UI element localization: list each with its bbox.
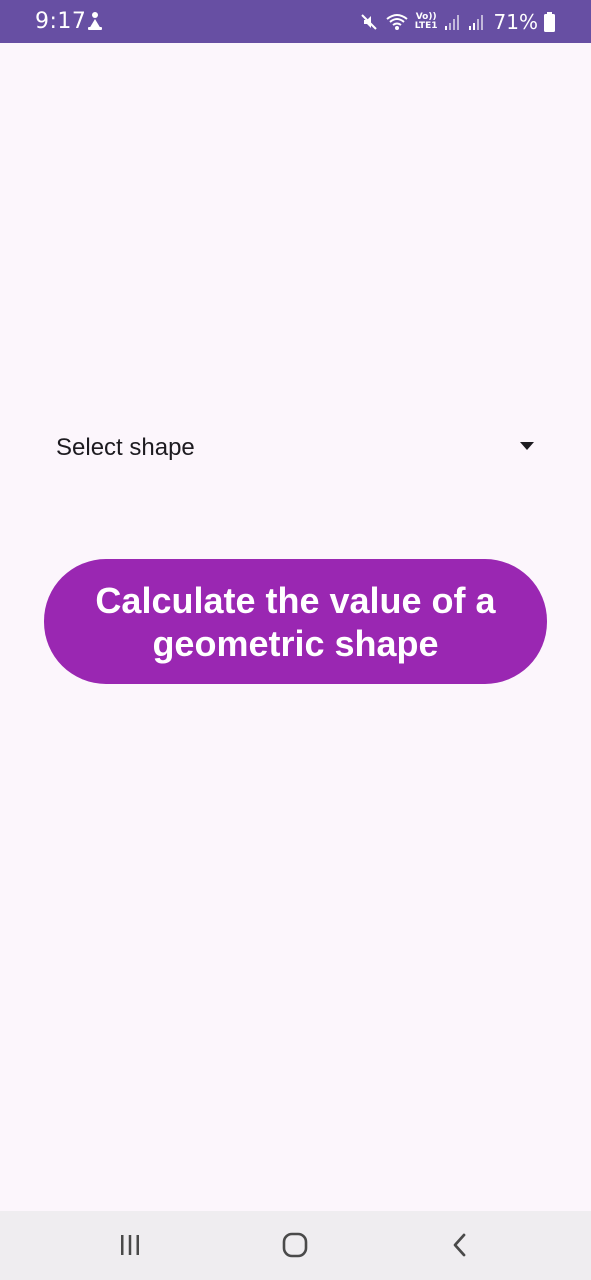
wifi-icon [386,14,408,30]
shape-select-dropdown[interactable]: Select shape [40,420,552,476]
dropdown-label: Select shape [56,434,195,461]
lte-label: LTE1 [414,21,438,31]
recents-icon [121,1235,139,1255]
dropdown-arrow-icon [520,442,534,450]
calculate-button[interactable]: Calculate the value of a geometric shape [44,559,547,684]
calculate-button-label: Calculate the value of a geometric shape [95,579,496,664]
back-icon [453,1233,466,1257]
volte-lte-icon: Vo)) LTE1 [415,13,438,31]
status-bar: 9:17 Vo)) LTE1 71% [0,0,591,43]
battery-percent: 71% [493,10,538,34]
home-button[interactable] [271,1227,319,1263]
battery-icon [544,12,555,32]
navigation-bar [0,1211,591,1280]
mute-icon [361,14,377,30]
home-icon [282,1232,308,1258]
signal-icon-2 [468,15,483,30]
notification-app-icon [88,12,102,30]
status-icons: Vo)) LTE1 71% [359,8,555,36]
signal-icon [444,15,459,30]
recents-button[interactable] [106,1227,154,1263]
back-button[interactable] [436,1227,484,1263]
status-time: 9:17 [35,9,87,34]
